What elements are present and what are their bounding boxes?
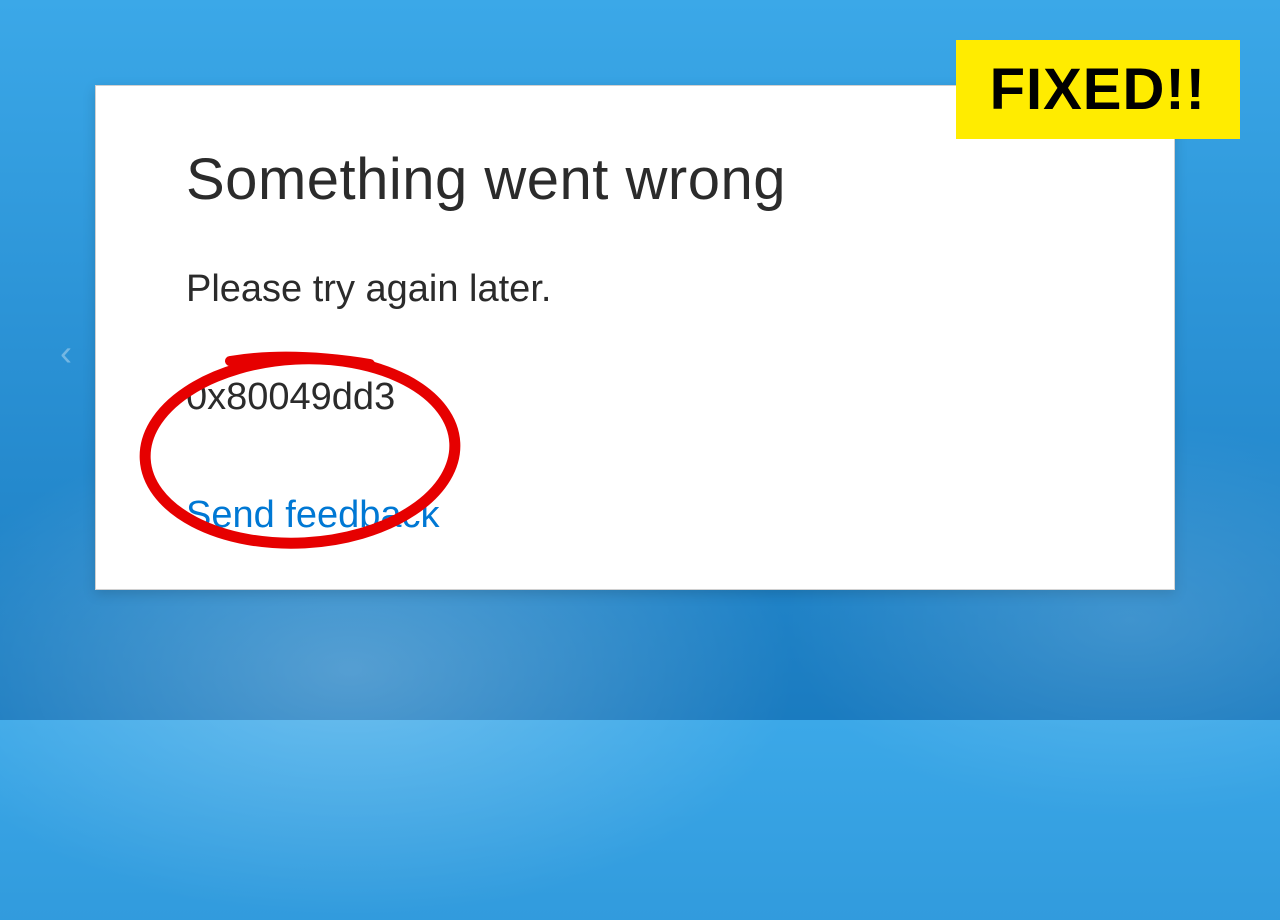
dialog-content: Something went wrong Please try again la…: [96, 86, 1174, 577]
previous-arrow[interactable]: ‹: [60, 335, 72, 371]
error-code: 0x80049dd3: [186, 376, 1084, 419]
dialog-title: Something went wrong: [186, 146, 1084, 213]
dialog-message: Please try again later.: [186, 268, 1084, 311]
error-dialog: Something went wrong Please try again la…: [95, 85, 1175, 590]
fixed-badge: FIXED!!: [956, 40, 1240, 139]
send-feedback-link[interactable]: Send feedback: [186, 494, 440, 537]
